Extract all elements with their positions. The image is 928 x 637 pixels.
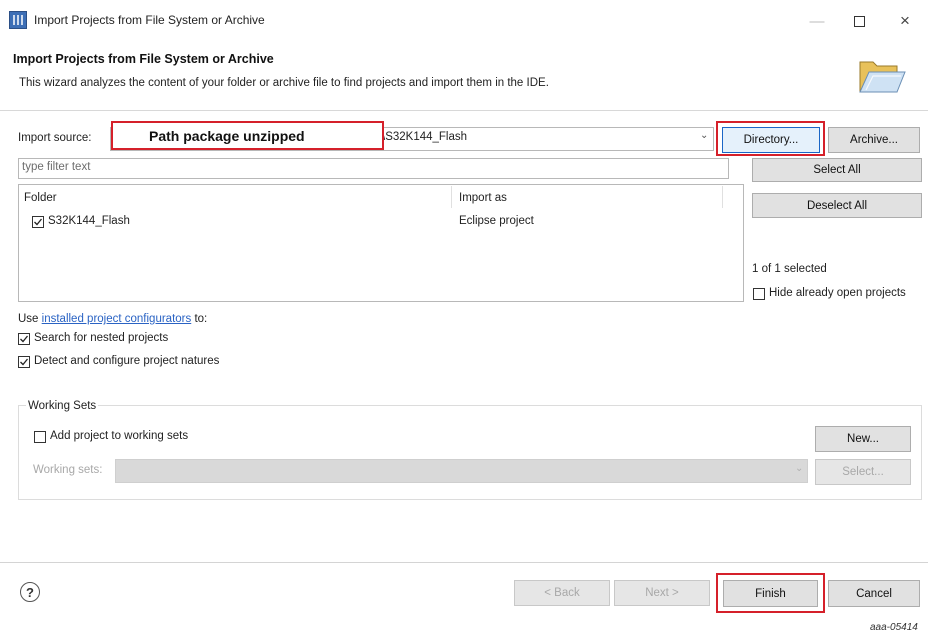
working-sets-group [18,405,922,500]
project-natures-label: Detect and configure project natures [34,355,220,367]
project-natures-checkbox[interactable] [18,356,30,368]
working-sets-label: Working sets: [33,464,103,476]
open-folder-icon [859,61,906,93]
minimize-button[interactable]: — [794,6,840,36]
help-icon[interactable]: ? [20,582,40,602]
window-title: Import Projects from File System or Arch… [34,13,265,27]
checkmark-icon [20,335,29,343]
select-all-button[interactable]: Select All [752,158,922,182]
configurators-text: Use installed project configurators to: [18,313,207,325]
footer-divider [0,562,928,563]
add-working-sets-checkbox[interactable] [34,431,46,443]
selection-status: 1 of 1 selected [752,263,827,275]
figure-code: aaa-05414 [870,622,918,633]
project-folder-name: S32K144_Flash [48,215,130,227]
finish-highlight-box [716,573,825,613]
installed-configurators-link[interactable]: installed project configurators [42,313,192,325]
configurators-suffix: to: [191,313,208,325]
select-working-set-button[interactable]: Select... [815,459,911,485]
add-working-sets-label: Add project to working sets [50,430,189,442]
project-checkbox[interactable] [32,216,44,228]
checkmark-icon [20,358,29,366]
archive-button[interactable]: Archive... [828,127,920,153]
wizard-title: Import Projects from File System or Arch… [13,52,274,66]
chevron-down-icon[interactable]: ⌄ [795,463,803,474]
nested-projects-checkbox[interactable] [18,333,30,345]
import-source-label: Import source: [18,132,92,144]
configurators-prefix: Use [18,313,42,325]
hide-open-projects-checkbox[interactable] [753,288,765,300]
checkmark-icon [34,218,43,226]
hide-open-projects-label: Hide already open projects [769,287,906,299]
new-working-set-button[interactable]: New... [815,426,911,452]
path-annotation-label: Path package unzipped [149,128,305,144]
filter-input[interactable] [18,158,729,179]
project-import-as: Eclipse project [459,215,534,227]
close-button[interactable]: × [882,6,928,36]
deselect-all-button[interactable]: Deselect All [752,193,922,218]
chevron-down-icon[interactable]: ⌄ [700,130,708,141]
nested-projects-label: Search for nested projects [34,332,169,344]
import-source-value: \S32K144_Flash [382,131,468,143]
column-divider [722,186,723,208]
projects-table[interactable] [18,184,744,302]
wizard-description: This wizard analyzes the content of your… [19,77,549,89]
cancel-button[interactable]: Cancel [828,580,920,607]
column-divider [451,186,452,208]
column-header-import-as[interactable]: Import as [459,192,507,204]
column-header-folder[interactable]: Folder [24,192,57,204]
header-divider [0,110,928,111]
back-button[interactable]: < Back [514,580,610,606]
app-icon [9,11,27,29]
maximize-icon [853,15,865,27]
working-sets-combo[interactable] [115,459,808,483]
directory-highlight-box [716,121,825,156]
next-button[interactable]: Next > [614,580,710,606]
filter-placeholder: type filter text [22,161,91,173]
working-sets-title: Working Sets [26,400,99,412]
maximize-button[interactable] [836,6,882,36]
